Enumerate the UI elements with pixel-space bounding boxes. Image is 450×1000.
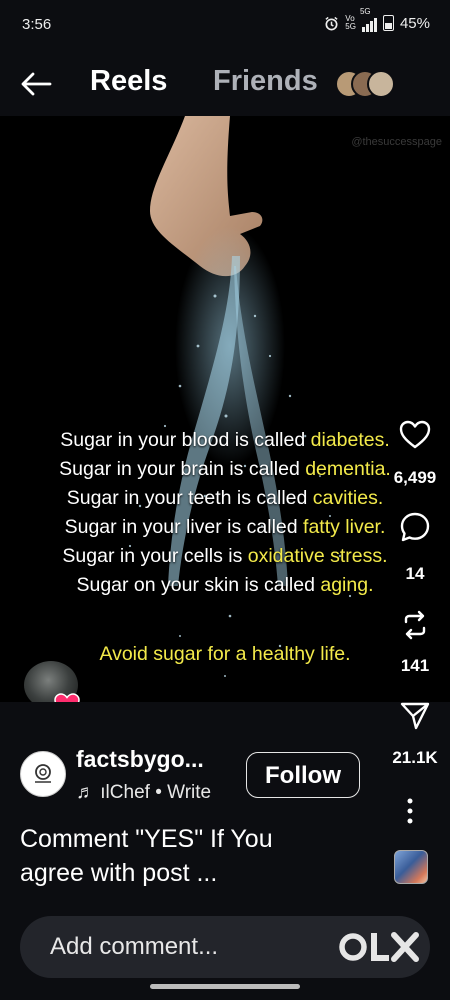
arrow-left-icon[interactable] <box>18 68 54 100</box>
caption-line: Comment "YES" If You <box>20 825 273 853</box>
volte-indicator: Vo 5G <box>345 14 356 31</box>
repost-icon[interactable] <box>398 608 432 642</box>
send-icon[interactable] <box>398 698 432 732</box>
battery-icon <box>382 15 394 31</box>
account-name[interactable]: factsbygo... <box>76 746 204 773</box>
status-time: 3:56 <box>22 16 52 33</box>
olx-logo-icon <box>339 932 419 962</box>
post-caption[interactable]: Comment "YES" If You agree with post ... <box>20 822 360 890</box>
tab-reels[interactable]: Reels <box>90 65 167 98</box>
top-header: Reels Friends <box>0 52 450 116</box>
video-watermark: @thesuccesspage <box>351 136 442 148</box>
overlay-line: Sugar in your teeth is called cavities. <box>66 487 384 509</box>
comment-placeholder: Add comment... <box>50 933 219 960</box>
reel-video[interactable]: @thesuccesspage Sugar in your blood is c… <box>0 116 450 702</box>
video-artwork <box>119 116 352 677</box>
heart-icon[interactable] <box>398 418 432 452</box>
signal-icon: 5G <box>360 8 377 32</box>
status-bar: 3:56 Vo 5G 5G 45% <box>0 0 450 52</box>
like-count: 6,499 <box>393 468 437 487</box>
tab-friends[interactable]: Friends <box>213 65 318 98</box>
alarm-icon <box>325 16 338 30</box>
friend-avatars[interactable] <box>335 68 399 98</box>
follow-button[interactable]: Follow <box>246 752 360 798</box>
audio-thumbnail-icon[interactable] <box>394 850 428 884</box>
caption-line: agree with post ... <box>20 859 218 887</box>
overlay-text: Sugar in your blood is called diabetes. … <box>10 426 440 600</box>
overlay-line: Sugar on your skin is called aging. <box>76 574 374 596</box>
gesture-nav-handle[interactable] <box>150 984 300 989</box>
send-count: 21.1K <box>392 748 438 767</box>
battery-percent: 45% <box>399 14 430 32</box>
overlay-line: Sugar in your brain is called dementia. <box>59 458 391 480</box>
comment-count: 14 <box>405 564 425 583</box>
share-count: 141 <box>400 656 430 675</box>
account-avatar[interactable] <box>20 751 66 797</box>
comment-input[interactable]: Add comment... <box>20 916 430 978</box>
overlay-line: Sugar in your blood is called diabetes. <box>60 429 390 451</box>
more-vertical-icon[interactable] <box>400 796 420 826</box>
comment-icon[interactable] <box>398 510 432 544</box>
status-icons: Vo 5G 5G 45% <box>324 8 430 32</box>
camera-logo-icon <box>35 764 51 783</box>
music-info[interactable]: ♬ ılChef • Write <box>76 782 211 804</box>
overlay-line: Sugar in your cells is oxidative stress. <box>62 545 388 567</box>
overlay-line: Sugar in your liver is called fatty live… <box>64 516 386 538</box>
